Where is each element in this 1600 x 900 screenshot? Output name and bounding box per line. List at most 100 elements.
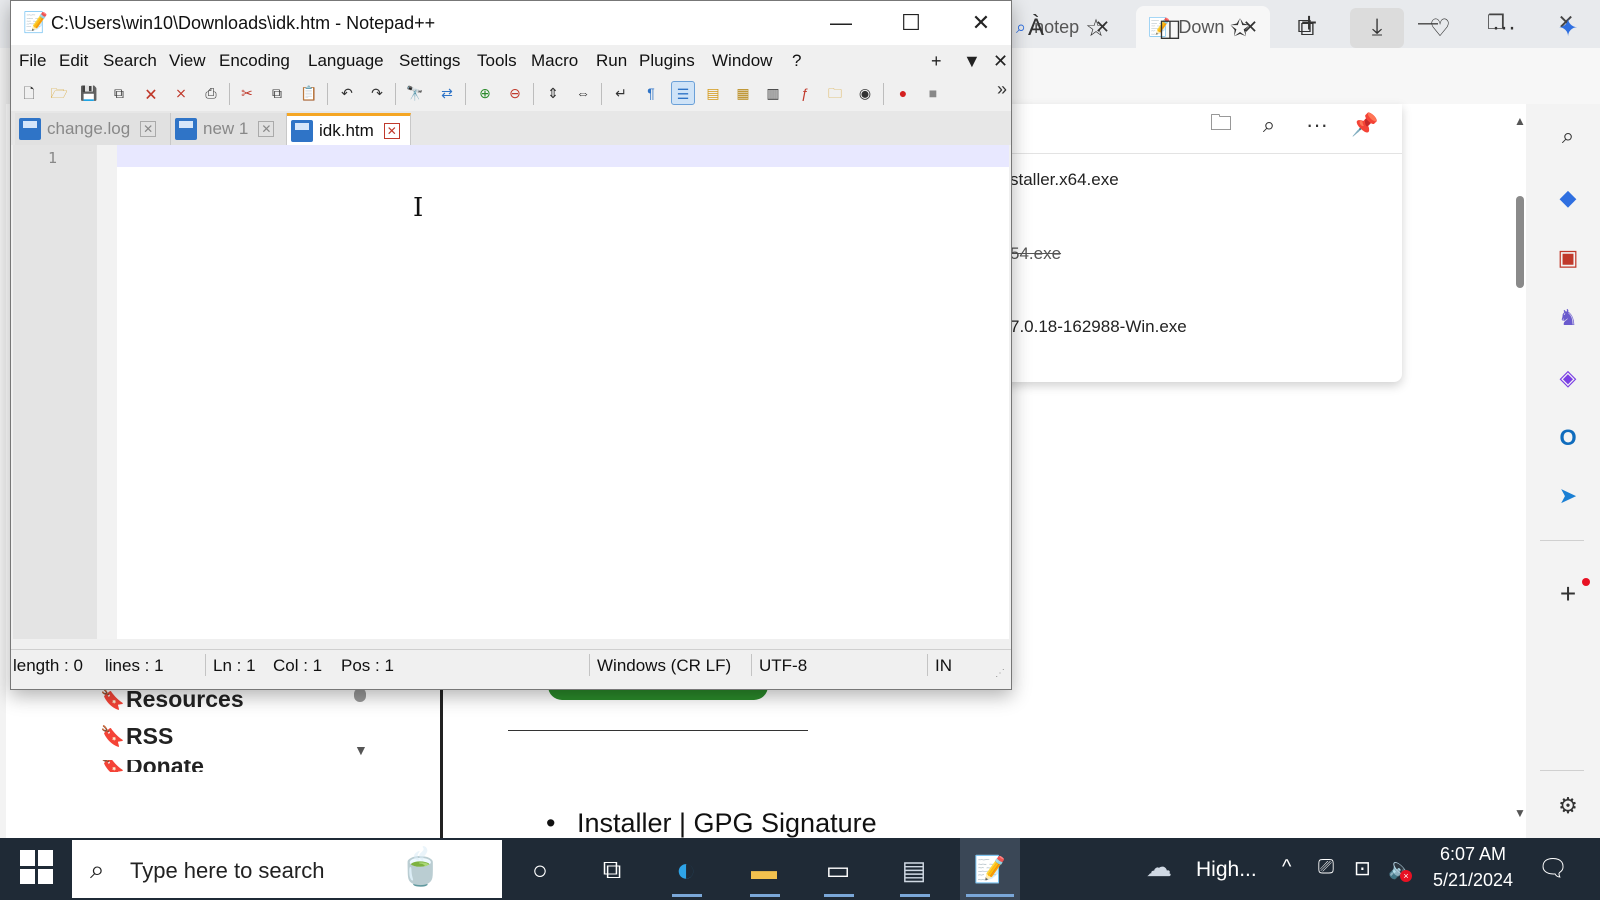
toolbar-overflow-icon[interactable]: » [997,79,1007,100]
menu-help[interactable]: ? [792,51,801,71]
close-doc-icon[interactable]: ✕ [993,51,1008,72]
notepadpp-taskbar-icon[interactable]: 📝 [960,838,1020,900]
tab-change-log[interactable]: change.log ✕ [15,113,171,145]
menu-run[interactable]: Run [596,51,627,71]
stop-record-icon[interactable]: ■ [921,81,945,105]
more-icon[interactable]: ··· [1484,8,1524,48]
current-line-highlight[interactable] [117,145,1009,167]
download-item[interactable]: 7.0.18-162988-Win.exe [1010,317,1187,337]
function-list-icon[interactable]: ƒ [793,81,817,105]
nav-item-donate[interactable]: 🔖 Donate [100,760,204,772]
file-explorer-icon[interactable]: ▬ [742,848,786,892]
open-folder-icon[interactable]: 🗀 [1206,110,1236,140]
tab-new-1[interactable]: new 1 ✕ [171,113,287,145]
paste-icon[interactable]: 📋 [297,81,321,105]
record-macro-icon[interactable]: ● [891,81,915,105]
add-sidebar-app-icon[interactable]: + [1550,576,1586,612]
show-hidden-icons-icon[interactable]: ^ [1282,856,1291,879]
tools-icon[interactable]: ▣ [1550,240,1586,276]
nav-scroll-thumb[interactable] [354,688,366,702]
browser-essentials-icon[interactable]: ♡ [1420,8,1460,48]
scroll-up-icon[interactable]: ▲ [1514,114,1526,128]
favorite-star-icon[interactable]: ☆ [1076,8,1116,48]
download-item[interactable]: staller.x64.exe [1010,170,1119,190]
find-icon[interactable]: 🔭 [403,81,427,105]
status-eol-format[interactable]: Windows (CR LF) [597,656,731,676]
menu-encoding[interactable]: Encoding [219,51,290,71]
microsoft-365-icon[interactable]: ◈ [1550,360,1586,396]
collections-icon[interactable]: ⧉ [1286,8,1326,48]
zoom-in-icon[interactable]: ⊕ [473,81,497,105]
menu-file[interactable]: File [19,51,46,71]
installer-link-text[interactable]: Installer | GPG Signature [577,808,877,838]
copilot-icon[interactable]: ✦ [1548,8,1588,48]
task-view-icon[interactable]: ⧉ [590,848,634,892]
monitoring-icon[interactable]: ◉ [853,81,877,105]
npp-title-bar[interactable]: 📝 C:\Users\win10\Downloads\idk.htm - Not… [11,1,1011,45]
drop-send-icon[interactable]: ➤ [1550,478,1586,514]
zoom-out-icon[interactable]: ⊖ [503,81,527,105]
redo-icon[interactable]: ↷ [365,81,389,105]
add-button[interactable]: + [931,51,942,72]
clock-date[interactable]: 5/21/2024 [1418,870,1528,891]
weather-widget-text[interactable]: High... [1196,858,1257,882]
taskbar-search-box[interactable]: ⌕ Type here to search 🍵 [72,840,502,898]
nav-item-rss[interactable]: 🔖 RSS [100,723,173,750]
downloads-icon[interactable]: ⤓ [1350,8,1404,48]
status-encoding[interactable]: UTF-8 [759,656,807,676]
download-item[interactable]: 54.exe [1010,244,1061,264]
notification-center-icon[interactable]: 🗨 [1538,854,1568,883]
games-icon[interactable]: ♞ [1550,300,1586,336]
sync-vertical-icon[interactable]: ⇕ [541,81,565,105]
sidebar-settings-icon[interactable]: ⚙ [1550,788,1586,824]
fold-margin[interactable] [97,145,117,639]
close-tab-icon[interactable]: ✕ [140,121,157,137]
print-icon[interactable]: ⎙ [199,81,223,105]
close-button[interactable]: ✕ [947,1,1015,45]
maximize-button[interactable]: ☐ [877,1,945,45]
open-file-icon[interactable]: 🗁 [47,81,71,105]
scroll-thumb[interactable] [1516,196,1524,288]
clock-time[interactable]: 6:07 AM [1418,844,1528,865]
pin-icon[interactable]: 📌 [1350,110,1380,140]
define-language-icon[interactable]: ▤ [701,81,725,105]
text-editor[interactable]: 1 I [13,145,1009,639]
word-wrap-icon[interactable]: ↵ [609,81,633,105]
menu-edit[interactable]: Edit [59,51,88,71]
replace-icon[interactable]: ⇄ [435,81,459,105]
edge-taskbar-icon[interactable]: ◐ [664,848,708,892]
status-insert-mode[interactable]: IN [935,656,952,676]
command-prompt-icon[interactable]: ▭ [816,848,860,892]
close-file-icon[interactable]: 🗙 [139,81,163,105]
save-icon[interactable]: 💾 [77,81,101,105]
search-downloads-icon[interactable]: ⌕ [1254,110,1284,140]
menu-macro[interactable]: Macro [531,51,578,71]
menu-window[interactable]: Window [712,51,772,71]
start-button[interactable] [20,850,54,884]
split-screen-icon[interactable]: ◫ [1150,8,1190,48]
outlook-icon[interactable]: O [1550,420,1586,456]
more-options-icon[interactable]: ··· [1302,110,1332,140]
close-all-icon[interactable]: ⨯ [169,81,193,105]
favorites-icon[interactable]: ✩ [1220,8,1260,48]
close-tab-icon[interactable]: ✕ [258,121,275,137]
menu-view[interactable]: View [169,51,206,71]
new-file-icon[interactable]: 🗋 [17,81,41,105]
scroll-down-icon[interactable]: ▼ [1514,806,1526,820]
menu-search[interactable]: Search [103,51,157,71]
minimize-button[interactable]: — [807,1,875,45]
shopping-tag-icon[interactable]: ◆ [1550,180,1586,216]
cortana-icon[interactable]: ○ [518,848,562,892]
doc-map-icon[interactable]: ▦ [731,81,755,105]
sync-horizontal-icon[interactable]: ⇔ [571,81,595,105]
nav-scroll-down-icon[interactable]: ▼ [354,742,368,758]
installer-list-item[interactable]: • Installer | GPG Signature [546,808,877,839]
tab-idk-htm[interactable]: idk.htm ✕ [287,113,411,145]
network-icon[interactable]: ⊡ [1354,856,1371,881]
read-aloud-icon[interactable]: À [1016,8,1056,48]
close-tab-icon[interactable]: ✕ [383,122,400,139]
folder-workspace-icon[interactable]: 🗀 [823,81,847,105]
resize-grip-icon[interactable]: ⋰ [995,668,1005,679]
copy-icon[interactable]: ⧉ [265,81,289,105]
cut-icon[interactable]: ✂ [235,81,259,105]
